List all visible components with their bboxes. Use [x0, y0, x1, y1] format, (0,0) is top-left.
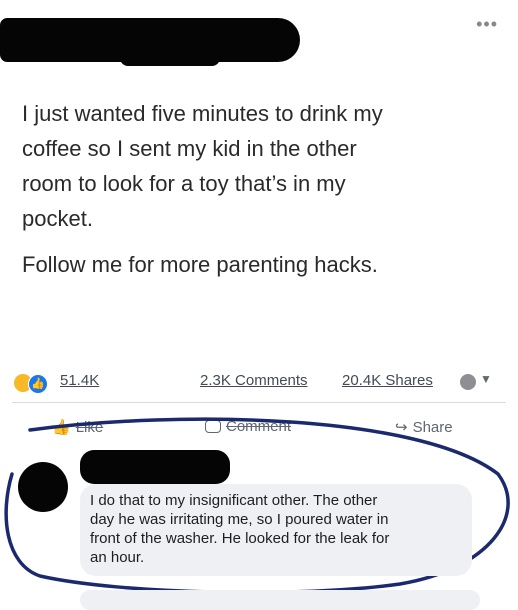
redacted-author-sub [120, 50, 220, 66]
post-line: coffee so I sent my kid in the other [22, 136, 357, 161]
chevron-down-icon[interactable]: ▼ [480, 372, 492, 386]
post-line: I just wanted five minutes to drink my [22, 101, 383, 126]
reactions-bar: 👍 51.4K 2.3K Comments 20.4K Shares ▼ [0, 362, 518, 402]
redacted-commenter-name [80, 450, 230, 484]
shares-count-link[interactable]: 20.4K Shares [342, 372, 433, 389]
audience-avatar-icon[interactable] [460, 374, 476, 390]
next-comment-bubble [80, 590, 480, 610]
comment-line: front of the washer. He looked for the l… [90, 530, 390, 547]
comment-line: an hour. [90, 549, 145, 566]
post-tagline: Follow me for more parenting hacks. [22, 252, 378, 277]
reaction-count[interactable]: 51.4K [60, 372, 99, 389]
like-reaction-icon: 👍 [28, 374, 48, 394]
post-line: room to look for a toy that’s in my [22, 171, 346, 196]
post-line: pocket. [22, 206, 93, 231]
comment-line: day he was irritating me, so I poured wa… [90, 511, 389, 528]
comments-count-link[interactable]: 2.3K Comments [200, 372, 308, 389]
comment-line: I do that to my insignificant other. The… [90, 492, 378, 509]
more-options-icon[interactable]: ••• [476, 14, 498, 35]
divider [12, 402, 506, 403]
post-body: I just wanted five minutes to drink my c… [22, 96, 502, 282]
redacted-commenter-avatar [18, 462, 68, 512]
